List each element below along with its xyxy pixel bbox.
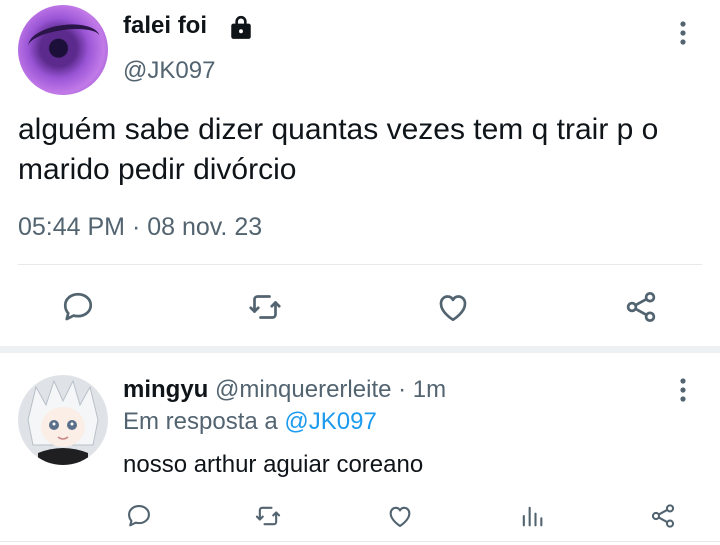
divider bbox=[18, 264, 702, 265]
reply-prefix: Em resposta a bbox=[123, 408, 278, 435]
section-separator bbox=[0, 346, 720, 353]
author-display-name[interactable]: falei foi bbox=[123, 12, 207, 40]
reply-display-name[interactable]: mingyu bbox=[123, 376, 208, 403]
analytics-icon[interactable] bbox=[518, 502, 546, 530]
reply-context: Em resposta a @JK097 bbox=[123, 408, 377, 436]
retweet-icon[interactable] bbox=[247, 289, 283, 325]
lock-icon bbox=[228, 15, 254, 41]
comment-icon[interactable] bbox=[60, 289, 96, 325]
heart-icon[interactable] bbox=[435, 289, 471, 325]
bottom-divider bbox=[0, 541, 720, 542]
reply-heart-icon[interactable] bbox=[386, 502, 414, 530]
author-handle[interactable]: @JK097 bbox=[123, 57, 215, 85]
reply-separator: · bbox=[398, 376, 407, 403]
reply-header: mingyu @minquererleite · 1m bbox=[123, 376, 446, 404]
tweet-timestamp[interactable]: 05:44 PM · 08 nov. 23 bbox=[18, 213, 262, 242]
share-icon[interactable] bbox=[623, 289, 659, 325]
tweet-text: alguém sabe dizer quantas vezes tem q tr… bbox=[18, 113, 659, 186]
reply-mention-link[interactable]: @JK097 bbox=[284, 408, 376, 435]
reply-more-vertical-icon[interactable] bbox=[677, 377, 689, 403]
reply-handle[interactable]: @minquererleite bbox=[215, 376, 391, 403]
reply-text: nosso arthur aguiar coreano bbox=[123, 451, 424, 478]
reply-author-avatar[interactable] bbox=[18, 375, 108, 465]
more-vertical-icon[interactable] bbox=[677, 20, 689, 46]
reply-retweet-icon[interactable] bbox=[254, 502, 282, 530]
author-avatar[interactable] bbox=[18, 5, 108, 95]
reply-time[interactable]: 1m bbox=[413, 376, 446, 403]
reply-share-icon[interactable] bbox=[649, 502, 677, 530]
reply-comment-icon[interactable] bbox=[125, 502, 153, 530]
